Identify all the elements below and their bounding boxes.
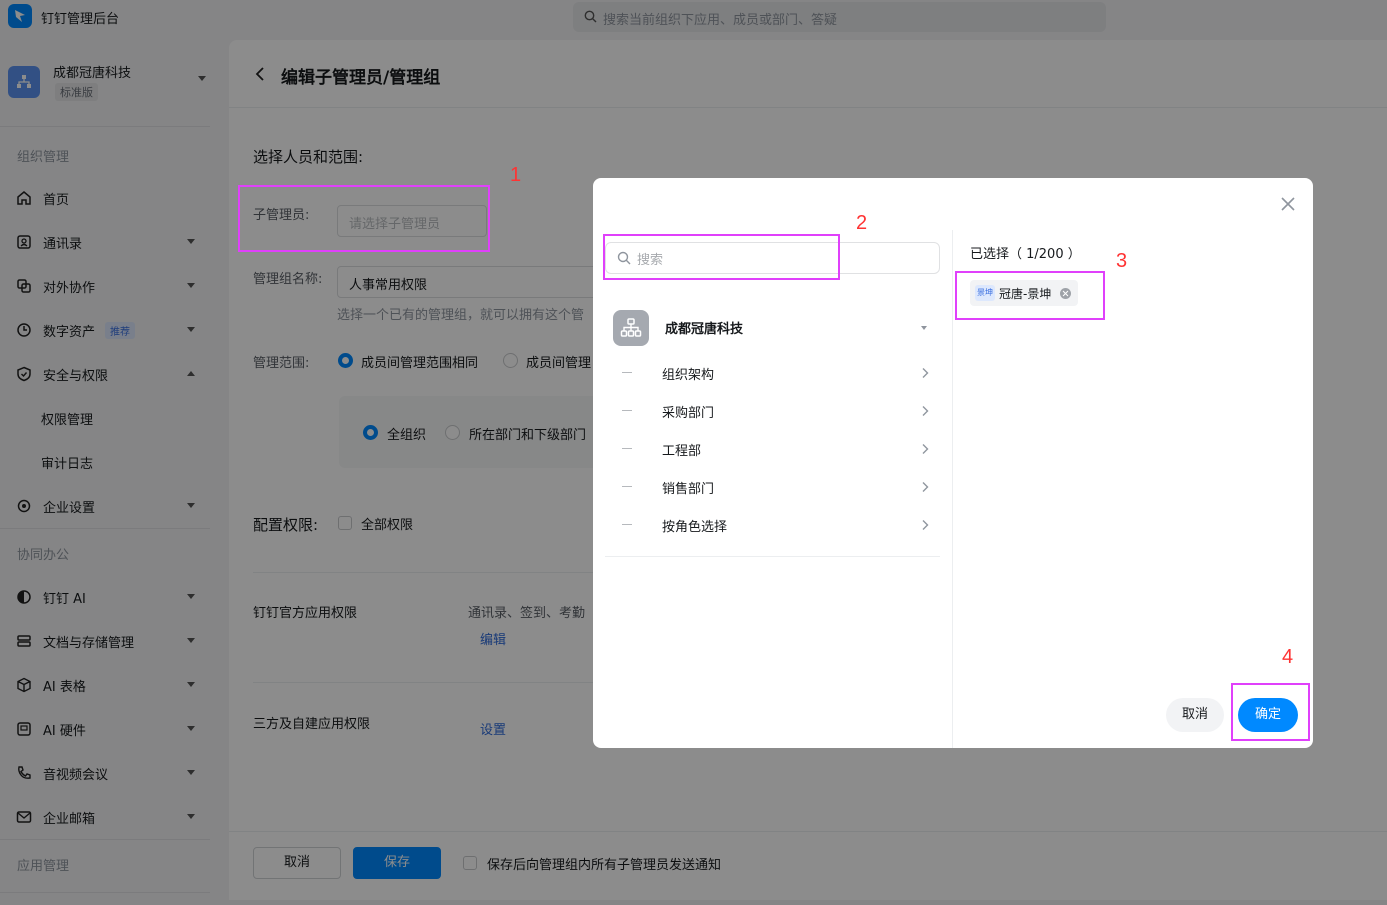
- divider: [605, 556, 940, 557]
- dept-row-purchasing[interactable]: 采购部门: [605, 392, 940, 430]
- selected-count-title: 已选择（ 1/200 ）: [970, 247, 1081, 262]
- close-icon[interactable]: [1279, 195, 1297, 213]
- dash-icon: [622, 448, 632, 449]
- annotation-number-2: 2: [856, 212, 868, 234]
- modal-org-name: 成都冠唐科技: [665, 322, 744, 337]
- org-tree-icon: [613, 310, 649, 346]
- dept-label: 销售部门: [662, 482, 715, 497]
- chevron-down-icon: [921, 326, 927, 330]
- chevron-right-icon: [922, 482, 929, 492]
- annotation-number-4: 4: [1282, 646, 1294, 668]
- annotation-box-2: [603, 234, 840, 280]
- dash-icon: [622, 372, 632, 373]
- dept-label: 组织架构: [662, 368, 715, 383]
- annotation-box-4: [1231, 683, 1310, 741]
- chevron-right-icon: [922, 368, 929, 378]
- dash-icon: [622, 524, 632, 525]
- dept-label: 采购部门: [662, 406, 715, 421]
- chevron-right-icon: [922, 406, 929, 416]
- dept-row-sales[interactable]: 销售部门: [605, 468, 940, 506]
- annotation-number-1: 1: [510, 164, 522, 186]
- chevron-right-icon: [922, 444, 929, 454]
- annotation-box-1: [238, 185, 490, 252]
- dash-icon: [622, 410, 632, 411]
- dash-icon: [622, 486, 632, 487]
- dept-label: 工程部: [662, 444, 702, 459]
- annotation-box-3: [955, 271, 1105, 320]
- modal-org-row[interactable]: 成都冠唐科技: [605, 308, 940, 348]
- dept-row-by-role[interactable]: 按角色选择: [605, 506, 940, 544]
- dept-label: 按角色选择: [662, 520, 728, 535]
- chevron-right-icon: [922, 520, 929, 530]
- modal-left-pane: 搜索 成都冠唐科技 组织架构 采购部门 工程部 销售部门 按角色选择: [593, 230, 952, 748]
- modal-cancel-button[interactable]: 取消: [1166, 698, 1224, 732]
- dept-row-org-structure[interactable]: 组织架构: [605, 354, 940, 392]
- dept-row-engineering[interactable]: 工程部: [605, 430, 940, 468]
- annotation-number-3: 3: [1116, 250, 1128, 272]
